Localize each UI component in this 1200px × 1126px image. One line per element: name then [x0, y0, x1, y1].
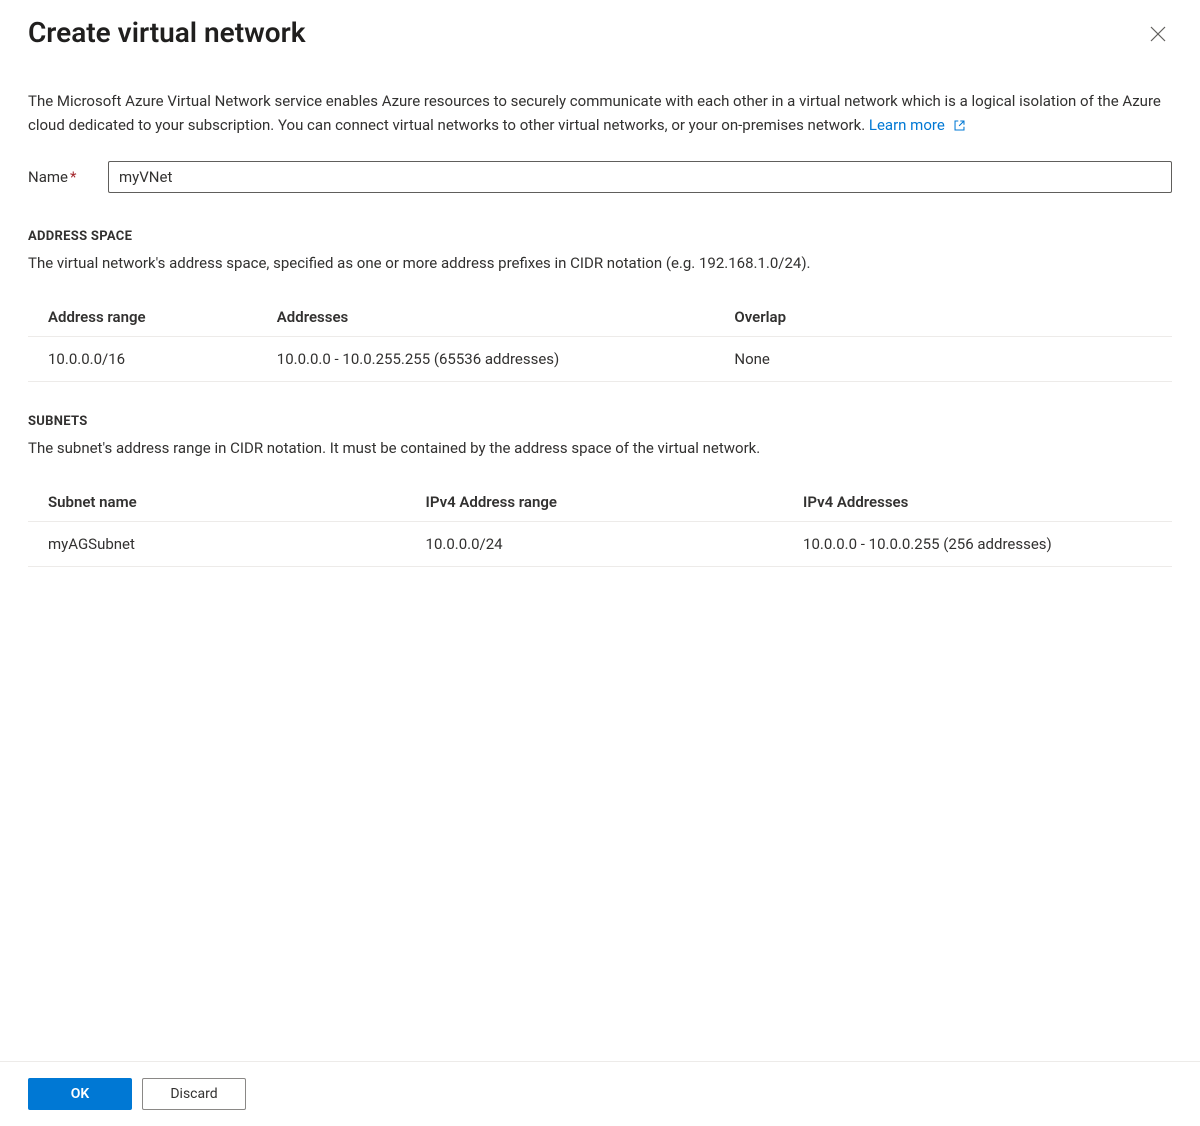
close-icon [1150, 26, 1166, 42]
external-link-icon [953, 119, 966, 132]
cell-ipv4-range: 10.0.0.0/24 [406, 522, 784, 567]
create-virtual-network-panel: Create virtual network The Microsoft Azu… [0, 0, 1200, 1126]
close-button[interactable] [1144, 20, 1172, 48]
table-row[interactable]: myAGSubnet 10.0.0.0/24 10.0.0.0 - 10.0.0… [28, 522, 1172, 567]
cell-addresses: 10.0.0.0 - 10.0.255.255 (65536 addresses… [257, 337, 715, 382]
name-field-row: Name* [28, 161, 1172, 193]
intro-text: The Microsoft Azure Virtual Network serv… [28, 89, 1172, 137]
col-address-range: Address range [28, 298, 257, 337]
table-header-row: Subnet name IPv4 Address range IPv4 Addr… [28, 483, 1172, 522]
table-row[interactable]: 10.0.0.0/16 10.0.0.0 - 10.0.255.255 (655… [28, 337, 1172, 382]
name-label-text: Name [28, 168, 68, 186]
col-overlap: Overlap [714, 298, 1172, 337]
address-space-table: Address range Addresses Overlap 10.0.0.0… [28, 298, 1172, 382]
col-subnet-name: Subnet name [28, 483, 406, 522]
name-label: Name* [28, 168, 108, 186]
cell-address-range: 10.0.0.0/16 [28, 337, 257, 382]
panel-content: Create virtual network The Microsoft Azu… [0, 0, 1200, 1061]
cell-ipv4-addresses: 10.0.0.0 - 10.0.0.255 (256 addresses) [783, 522, 1172, 567]
learn-more-label: Learn more [869, 116, 945, 134]
col-ipv4-addresses: IPv4 Addresses [783, 483, 1172, 522]
col-ipv4-range: IPv4 Address range [406, 483, 784, 522]
address-space-heading: ADDRESS SPACE [28, 229, 1172, 244]
learn-more-link[interactable]: Learn more [869, 116, 966, 134]
discard-button[interactable]: Discard [142, 1078, 246, 1110]
subnets-table: Subnet name IPv4 Address range IPv4 Addr… [28, 483, 1172, 567]
address-space-desc: The virtual network's address space, spe… [28, 254, 1172, 272]
cell-overlap: None [714, 337, 1172, 382]
col-addresses: Addresses [257, 298, 715, 337]
name-input[interactable] [108, 161, 1172, 193]
intro-text-body: The Microsoft Azure Virtual Network serv… [28, 92, 1161, 134]
ok-button[interactable]: OK [28, 1078, 132, 1110]
subnets-heading: SUBNETS [28, 414, 1172, 429]
table-header-row: Address range Addresses Overlap [28, 298, 1172, 337]
cell-subnet-name: myAGSubnet [28, 522, 406, 567]
header-row: Create virtual network [28, 16, 1172, 89]
subnets-desc: The subnet's address range in CIDR notat… [28, 439, 1172, 457]
panel-footer: OK Discard [0, 1061, 1200, 1126]
page-title: Create virtual network [28, 16, 306, 49]
required-asterisk: * [70, 168, 76, 186]
